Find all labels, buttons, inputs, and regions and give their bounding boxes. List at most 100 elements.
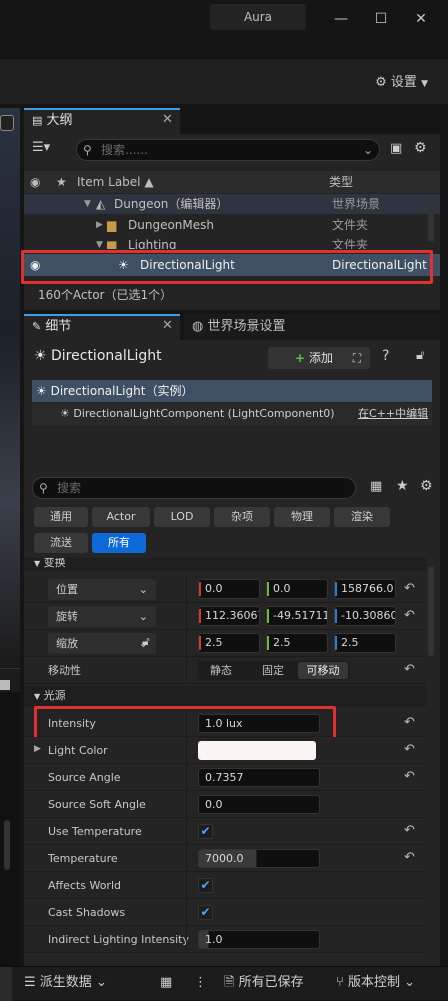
add-folder-icon[interactable]: ▣	[390, 141, 402, 156]
temperature-slider[interactable]: 7000.0	[198, 849, 320, 868]
help-icon[interactable]: ?	[382, 348, 389, 364]
filter-lod[interactable]: LOD	[154, 507, 210, 527]
outliner-row[interactable]: ▼ ▆ Lighting 文件夹	[24, 235, 440, 249]
column-item-label[interactable]: Item Label ▲	[77, 171, 154, 193]
details-scrollbar[interactable]	[428, 566, 434, 656]
expand-arrow-icon[interactable]: ▶	[96, 215, 103, 235]
details-search-placeholder: 搜索	[57, 481, 82, 495]
reset-icon[interactable]: ↶	[404, 662, 415, 677]
filter-physics[interactable]: 物理	[274, 507, 330, 527]
component-child[interactable]: ☀ DirectionalLightComponent (LightCompon…	[32, 403, 432, 425]
edit-in-cpp-link[interactable]: 在C++中编辑	[358, 403, 428, 425]
save-all-button[interactable]: 🗎︎ 所有已保存	[224, 967, 304, 1001]
filter-streaming[interactable]: 流送	[34, 533, 88, 553]
reset-icon[interactable]: ↶	[404, 581, 415, 596]
derived-data-button[interactable]: ☰ 派生数据 ⌄	[24, 967, 107, 1001]
scale-z-input[interactable]: 2.5	[334, 633, 396, 653]
tab-world-settings[interactable]: ◍ 世界场景设置	[184, 314, 440, 340]
version-control-button[interactable]: ⑂ 版本控制 ⌄	[336, 967, 415, 1001]
outliner-search-input[interactable]: ⚲ 搜索...... ⌄	[76, 139, 380, 161]
reset-icon[interactable]: ↶	[404, 742, 415, 757]
main-toolbar: ⚙ 设置 ▼	[0, 58, 448, 104]
lock-icon[interactable]: 🔓︎	[416, 348, 424, 363]
viewport-grid-icon[interactable]	[0, 115, 14, 131]
section-light[interactable]: ▼ 光源	[24, 686, 426, 706]
details-search-input[interactable]: ⚲ 搜索	[32, 477, 356, 499]
use-temperature-checkbox[interactable]: ✔	[198, 824, 213, 839]
scale-label: 缩放	[56, 637, 78, 650]
filter-all[interactable]: 所有	[92, 533, 146, 553]
location-x-input[interactable]: 0.0	[198, 579, 260, 599]
details-close-icon[interactable]: ✕	[162, 314, 173, 338]
blueprint-icon[interactable]: ⛶	[344, 347, 370, 369]
affects-world-label: Affects World	[48, 879, 121, 892]
prop-cast-shadows: Cast Shadows ✔	[24, 899, 426, 926]
reset-icon[interactable]: ↶	[404, 769, 415, 784]
column-type[interactable]: 类型	[329, 171, 353, 193]
row-label: Dungeon（编辑器）	[114, 197, 229, 211]
filter-icon[interactable]: ☰▾	[32, 140, 50, 155]
mobility-static[interactable]: 静态	[210, 661, 232, 680]
scale-y-input[interactable]: 2.5	[266, 633, 328, 653]
reset-icon[interactable]: ↶	[404, 850, 415, 865]
scale-x-input[interactable]: 2.5	[198, 633, 260, 653]
more-options-icon[interactable]: ⋮	[194, 967, 207, 1001]
left-scrollbar[interactable]	[4, 820, 10, 870]
prop-source-angle: Source Angle 0.7357 ↶	[24, 764, 426, 791]
star-icon[interactable]: ★	[56, 171, 67, 193]
expand-arrow-icon[interactable]: ▶	[34, 744, 41, 754]
source-soft-angle-input[interactable]: 0.0	[198, 795, 320, 814]
outliner-row[interactable]: ▶ ▆ DungeonMesh 文件夹	[24, 215, 440, 235]
reset-icon[interactable]: ↶	[404, 715, 415, 730]
save-icon: 🗎︎	[224, 975, 235, 990]
light-color-swatch[interactable]	[198, 741, 316, 760]
rotation-y-input[interactable]: -49.51711	[266, 606, 328, 626]
expand-arrow-icon[interactable]: ▼	[84, 194, 91, 214]
filter-actor[interactable]: Actor	[92, 507, 150, 527]
affects-world-checkbox[interactable]: ✔	[198, 878, 213, 893]
outliner-close-icon[interactable]: ✕	[162, 108, 173, 132]
details-settings-icon[interactable]: ⚙	[420, 478, 433, 494]
cast-shadows-checkbox[interactable]: ✔	[198, 905, 213, 920]
expand-arrow-icon[interactable]: ▼	[96, 235, 103, 249]
outliner-row[interactable]: ▼ ◭ Dungeon（编辑器） 世界场景	[24, 194, 440, 214]
scale-lock-icon[interactable]: 🔓︎	[142, 634, 150, 649]
scale-dropdown[interactable]: 缩放 ⌄	[48, 633, 156, 654]
rotation-dropdown[interactable]: 旋转 ⌄	[48, 606, 156, 627]
filter-rendering[interactable]: 渲染	[334, 507, 390, 527]
rotation-z-input[interactable]: -10.30860	[334, 606, 396, 626]
location-dropdown[interactable]: 位置 ⌄	[48, 579, 156, 600]
tab-details[interactable]: ✎ 细节	[24, 314, 180, 340]
source-control-status-icon[interactable]: ▦	[160, 967, 172, 1001]
filter-general[interactable]: 通用	[34, 507, 88, 527]
filter-misc[interactable]: 杂项	[214, 507, 270, 527]
outliner-settings-icon[interactable]: ⚙	[414, 140, 427, 156]
mobility-movable[interactable]: 可移动	[298, 662, 348, 679]
outliner-scrollbar[interactable]	[428, 200, 434, 242]
indirect-lighting-slider[interactable]: 1.0	[198, 930, 320, 949]
minimize-icon[interactable]: —	[330, 8, 352, 30]
location-z-input[interactable]: 158766.0	[334, 579, 396, 599]
section-transform[interactable]: ▼ 变换	[24, 558, 426, 571]
visibility-column-eye-icon[interactable]: ◉	[30, 171, 40, 193]
location-y-input[interactable]: 0.0	[266, 579, 328, 599]
prop-scale: 缩放 ⌄ 🔓︎ 2.5 2.5 2.5	[24, 630, 426, 657]
maximize-icon[interactable]: ☐	[370, 8, 392, 30]
tab-outliner[interactable]: ▤ 大纲	[24, 108, 180, 134]
settings-button[interactable]: ⚙ 设置 ▼	[375, 71, 428, 90]
component-root[interactable]: ☀ DirectionalLight（实例）	[32, 380, 432, 402]
world-settings-tab-label: 世界场景设置	[207, 319, 286, 334]
rotation-x-input[interactable]: 112.36067	[198, 606, 260, 626]
row-type: 文件夹	[332, 238, 369, 249]
actor-name[interactable]: DirectionalLight	[51, 348, 162, 364]
star-icon[interactable]: ★	[396, 478, 409, 494]
reset-icon[interactable]: ↶	[404, 823, 415, 838]
table-view-icon[interactable]: ▦	[370, 479, 382, 494]
left-square-icon[interactable]	[0, 680, 10, 690]
close-icon[interactable]: ✕	[410, 8, 432, 30]
status-left-icon[interactable]	[0, 967, 12, 1001]
reset-icon[interactable]: ↶	[404, 608, 415, 623]
mobility-stationary[interactable]: 固定	[262, 661, 284, 680]
viewport[interactable]	[0, 108, 20, 668]
source-angle-input[interactable]: 0.7357	[198, 768, 320, 787]
